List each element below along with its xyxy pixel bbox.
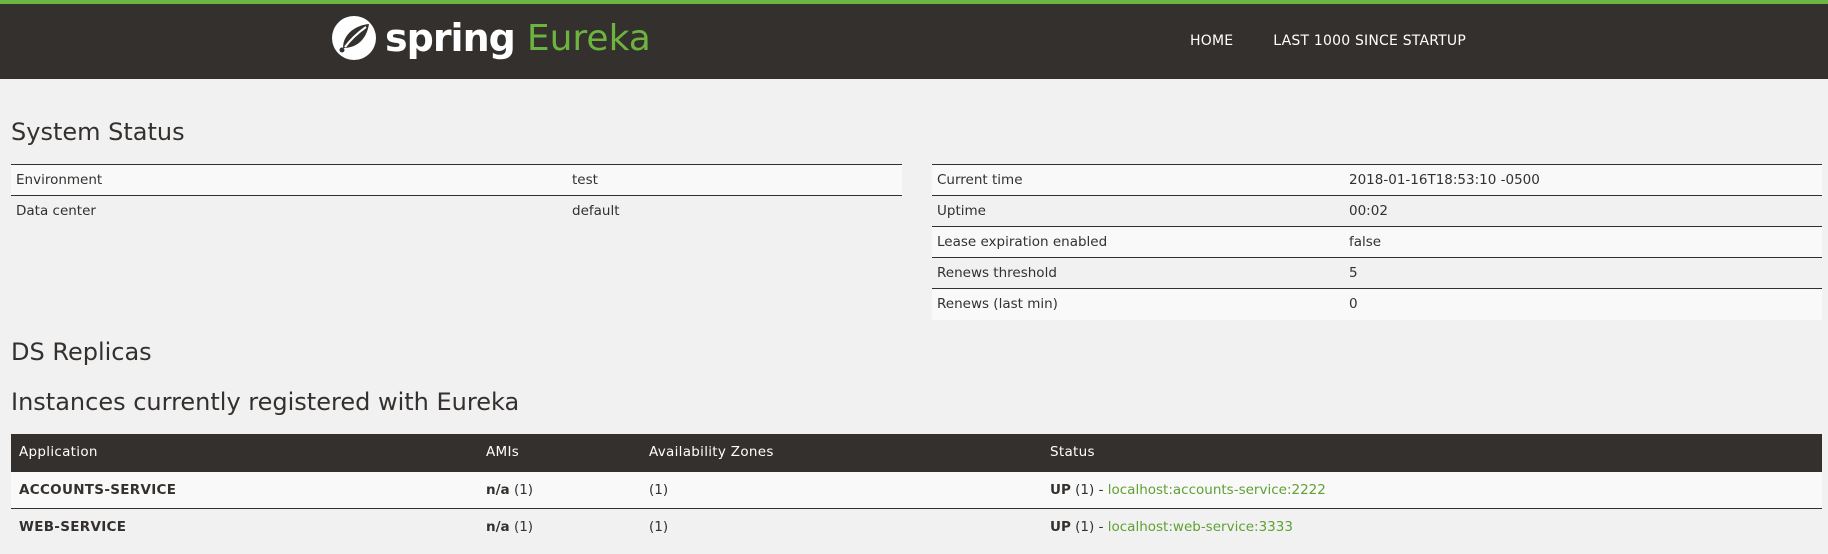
brand-spring-text: spring (385, 16, 516, 60)
column-header-amis: AMIs (478, 434, 641, 471)
instance-link[interactable]: localhost:accounts-service:2222 (1108, 482, 1326, 498)
table-row: Renews threshold 5 (932, 257, 1822, 289)
system-status-heading: System Status (11, 118, 185, 146)
amis-count: (1) (513, 518, 534, 535)
lease-value: false (1344, 226, 1822, 258)
instance-link[interactable]: localhost:web-service:3333 (1108, 519, 1293, 535)
status-value: UP (1050, 518, 1071, 535)
renews-lastmin-key: Renews (last min) (932, 288, 1344, 320)
brand-logo[interactable]: spring Eureka (331, 16, 651, 60)
table-row: Renews (last min) 0 (932, 288, 1822, 320)
datacenter-key: Data center (11, 195, 567, 227)
brand-eureka-text: Eureka (526, 17, 651, 59)
zones-cell: (1) (641, 507, 1042, 545)
instances-heading: Instances currently registered with Eure… (11, 388, 520, 416)
instances-table: Application AMIs Availability Zones Stat… (11, 434, 1822, 545)
top-navbar: spring Eureka HOME LAST 1000 SINCE START… (0, 0, 1828, 79)
current-time-key: Current time (932, 164, 1344, 196)
amis-count: (1) (513, 481, 534, 498)
table-row: Environment test (11, 164, 902, 196)
lease-key: Lease expiration enabled (932, 226, 1344, 258)
table-row: Uptime 00:02 (932, 195, 1822, 227)
status-count: (1) - (1075, 518, 1104, 535)
column-header-status: Status (1042, 434, 1822, 471)
uptime-key: Uptime (932, 195, 1344, 227)
zones-cell: (1) (641, 470, 1042, 508)
nav-last1000-link[interactable]: LAST 1000 SINCE STARTUP (1273, 33, 1466, 49)
amis-value: n/a (486, 518, 510, 535)
renews-lastmin-value: 0 (1344, 288, 1822, 320)
application-name: WEB-SERVICE (11, 507, 478, 545)
env-key: Environment (11, 164, 567, 196)
current-time-value: 2018-01-16T18:53:10 -0500 (1344, 164, 1822, 196)
table-row: ACCOUNTS-SERVICE n/a (1) (1) UP (1) - lo… (11, 470, 1822, 508)
amis-cell: n/a (1) (478, 507, 641, 545)
table-row: Current time 2018-01-16T18:53:10 -0500 (932, 164, 1822, 196)
system-status-left-table: Environment test Data center default (11, 164, 902, 227)
amis-cell: n/a (1) (478, 470, 641, 508)
spring-leaf-icon (332, 16, 376, 60)
system-status-right-table: Current time 2018-01-16T18:53:10 -0500 U… (932, 164, 1822, 320)
amis-value: n/a (486, 481, 510, 498)
column-header-application: Application (11, 434, 478, 471)
column-header-zones: Availability Zones (641, 434, 1042, 471)
renews-threshold-key: Renews threshold (932, 257, 1344, 289)
application-name: ACCOUNTS-SERVICE (11, 470, 478, 508)
env-value: test (567, 164, 902, 196)
table-header-row: Application AMIs Availability Zones Stat… (11, 434, 1822, 471)
status-cell: UP (1) - localhost:web-service:3333 (1042, 507, 1822, 545)
nav-home-link[interactable]: HOME (1190, 33, 1233, 49)
main-nav: HOME LAST 1000 SINCE STARTUP (1190, 33, 1466, 49)
status-value: UP (1050, 481, 1071, 498)
status-cell: UP (1) - localhost:accounts-service:2222 (1042, 470, 1822, 508)
status-count: (1) - (1075, 481, 1104, 498)
ds-replicas-heading: DS Replicas (11, 338, 152, 366)
uptime-value: 00:02 (1344, 195, 1822, 227)
datacenter-value: default (567, 195, 902, 227)
table-row: Lease expiration enabled false (932, 226, 1822, 258)
table-row: WEB-SERVICE n/a (1) (1) UP (1) - localho… (11, 507, 1822, 545)
table-row: Data center default (11, 195, 902, 227)
renews-threshold-value: 5 (1344, 257, 1822, 289)
